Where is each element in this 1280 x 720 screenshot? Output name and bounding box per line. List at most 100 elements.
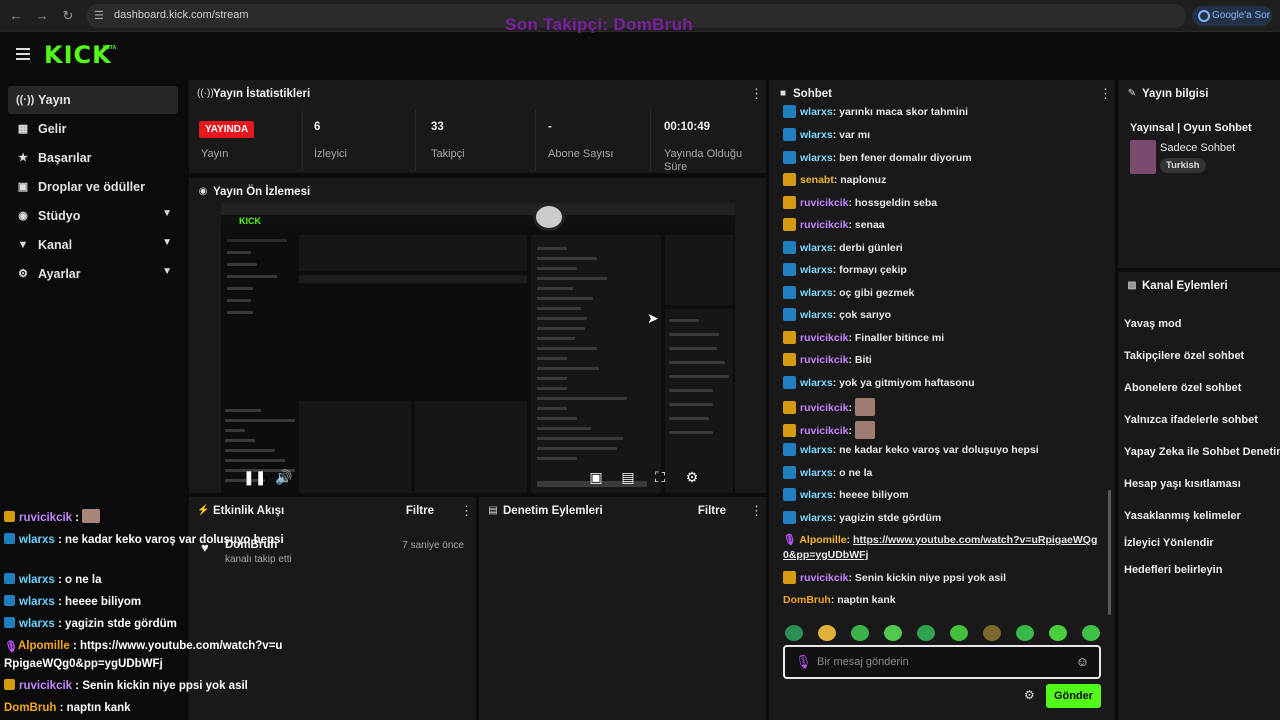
microphone-icon[interactable]: 🎙 <box>795 654 812 670</box>
chat-username[interactable]: ruvicikcik <box>800 402 848 414</box>
kebab-menu-icon[interactable]: ⋮ <box>1099 86 1112 102</box>
fullscreen-icon[interactable]: ⛶ <box>651 468 669 486</box>
action-set-goals[interactable]: Hedefleri belirleyin <box>1124 564 1222 576</box>
overlay-chat-line: 🎙Alpomille : https://www.youtube.com/wat… <box>4 637 284 673</box>
chat-username[interactable]: wlarxs <box>800 467 833 479</box>
chat-message: wlarxs: yarınkı maca skor tahmini <box>783 105 1103 120</box>
chat-scrollbar[interactable] <box>1108 490 1111 615</box>
emote-icon[interactable] <box>884 625 902 641</box>
chat-username[interactable]: Alpomille <box>799 534 846 546</box>
video-player[interactable]: KICK ➤ ❚❚ 🔊 ▣ ▤ ⛶ ⚙ <box>221 203 735 493</box>
sidebar-item-achievements[interactable]: ★ Başarılar <box>8 144 178 172</box>
sidebar-item-stream[interactable]: ((·)) Yayın <box>8 86 178 114</box>
chat-username[interactable]: wlarxs <box>800 377 833 389</box>
site-settings-icon[interactable]: ☰ <box>94 9 108 23</box>
chat-username[interactable]: wlarxs <box>800 444 833 456</box>
sidebar-item-settings[interactable]: ⚙ Ayarlar ▼ <box>8 260 178 288</box>
settings-gear-icon[interactable]: ⚙ <box>683 468 701 486</box>
emote-icon[interactable] <box>950 625 968 641</box>
emote-icon[interactable] <box>1016 625 1034 641</box>
emote-icon[interactable] <box>818 625 836 641</box>
moderator-badge-icon <box>783 128 796 141</box>
chat-username[interactable]: ruvicikcik <box>800 219 848 231</box>
chat-settings-gear-icon[interactable]: ⚙ <box>1024 688 1035 702</box>
gear-icon: ⚙ <box>18 268 28 280</box>
action-ai-moderation[interactable]: Yapay Zeka ile Sohbet Denetimi <box>1124 446 1280 458</box>
emote-icon[interactable] <box>1082 625 1100 641</box>
pause-icon[interactable]: ❚❚ <box>243 468 266 486</box>
chat-username[interactable]: ruvicikcik <box>800 572 848 584</box>
emote-icon[interactable] <box>983 625 1001 641</box>
broadcast-icon: ((·)) <box>16 94 35 106</box>
chat-username[interactable]: wlarxs <box>800 152 833 164</box>
pip-icon[interactable]: ▣ <box>587 468 605 486</box>
overlay-text: naptın kank <box>66 702 131 714</box>
moderator-badge-icon <box>783 466 796 479</box>
action-account-age[interactable]: Hesap yaşı kısıtlaması <box>1124 478 1241 490</box>
action-emotes-only[interactable]: Yalnızca ifadelerle sohbet <box>1124 414 1258 426</box>
kebab-menu-icon[interactable]: ⋮ <box>750 503 763 519</box>
kebab-menu-icon[interactable]: ⋮ <box>750 86 763 102</box>
panel-header: ■ Sohbet ⋮ <box>769 80 1115 108</box>
chat-username[interactable]: wlarxs <box>800 106 833 118</box>
hamburger-menu-icon[interactable] <box>16 48 30 60</box>
crown-badge-icon <box>783 424 796 437</box>
volume-icon[interactable]: 🔊 <box>275 468 293 486</box>
chat-text: Senin kickin niye ppsi yok asil <box>854 572 1007 584</box>
chat-username[interactable]: ruvicikcik <box>800 354 848 366</box>
sidebar-item-studio[interactable]: ◉ Stüdyo ▼ <box>8 202 178 230</box>
chat-username[interactable]: wlarxs <box>800 264 833 276</box>
chat-username[interactable]: wlarxs <box>800 242 833 254</box>
chat-message: wlarxs: oç gibi gezmek <box>783 286 1103 301</box>
moderator-badge-icon <box>4 573 15 584</box>
chat-message-input[interactable] <box>817 654 1067 670</box>
panel-title: Yayın bilgisi <box>1142 88 1209 100</box>
action-followers-only[interactable]: Takipçilere özel sohbet <box>1124 350 1244 362</box>
chat-username[interactable]: wlarxs <box>800 489 833 501</box>
theater-mode-icon[interactable]: ▤ <box>619 468 637 486</box>
sidebar-item-channel[interactable]: ▼ Kanal ▼ <box>8 231 178 259</box>
action-subscribers-only[interactable]: Abonelere özel sohbet <box>1124 382 1241 394</box>
action-banned-words[interactable]: Yasaklanmış kelimeler <box>1124 510 1241 522</box>
chat-username[interactable]: wlarxs <box>800 129 833 141</box>
live-badge: YAYINDA <box>199 121 255 138</box>
chat-username[interactable]: wlarxs <box>800 287 833 299</box>
emoji-picker-icon[interactable]: ☺ <box>1076 654 1089 669</box>
overlay-chat-line: wlarxs : o ne la <box>4 571 284 589</box>
google-ask-button[interactable]: Google'a Sor <box>1192 6 1272 26</box>
forward-icon[interactable]: → <box>34 8 50 24</box>
chat-username[interactable]: ruvicikcik <box>800 332 848 344</box>
emote-icon[interactable] <box>917 625 935 641</box>
emote-icon[interactable] <box>1049 625 1067 641</box>
chat-message: ruvicikcik: <box>783 398 1103 416</box>
sidebar-item-revenue[interactable]: ▦ Gelir <box>8 115 178 143</box>
sidebar-item-drops[interactable]: ▣ Droplar ve ödüller <box>8 173 178 201</box>
kick-logo[interactable]: KICK <box>44 41 112 69</box>
reload-icon[interactable]: ↻ <box>60 8 76 24</box>
moderator-badge-icon <box>783 105 796 118</box>
overlay-chat-line: wlarxs : heeee biliyom <box>4 593 284 611</box>
stat-label: Takipçi <box>431 148 465 160</box>
send-button[interactable]: Gönder <box>1046 684 1101 708</box>
filter-button[interactable]: Filtre <box>406 505 434 517</box>
filter-button[interactable]: Filtre <box>698 505 726 517</box>
emote-icon[interactable] <box>785 625 803 641</box>
chat-text: formayı çekip <box>839 264 907 276</box>
chat-username[interactable]: DomBruh <box>783 594 831 606</box>
action-slow-mode[interactable]: Yavaş mod <box>1124 318 1181 330</box>
url-text: dashboard.kick.com/stream <box>114 9 249 21</box>
pencil-icon[interactable]: ✎ <box>1126 88 1138 100</box>
kebab-menu-icon[interactable]: ⋮ <box>460 503 473 519</box>
chat-username[interactable]: wlarxs <box>800 512 833 524</box>
chat-username[interactable]: wlarxs <box>800 309 833 321</box>
microphone-badge-icon: 🎙 <box>783 534 797 546</box>
channel-icon: ▼ <box>17 239 29 251</box>
overlay-username: ruvicikcik <box>19 680 73 692</box>
emote-icon[interactable] <box>851 625 869 641</box>
back-icon[interactable]: ← <box>8 8 24 24</box>
chat-username[interactable]: ruvicikcik <box>800 425 848 437</box>
chat-input-box[interactable]: 🎙 ☺ <box>783 645 1101 679</box>
chat-username[interactable]: senabt <box>800 174 834 186</box>
chat-username[interactable]: ruvicikcik <box>800 197 848 209</box>
action-host-viewers[interactable]: İzleyici Yönlendir <box>1124 537 1214 549</box>
